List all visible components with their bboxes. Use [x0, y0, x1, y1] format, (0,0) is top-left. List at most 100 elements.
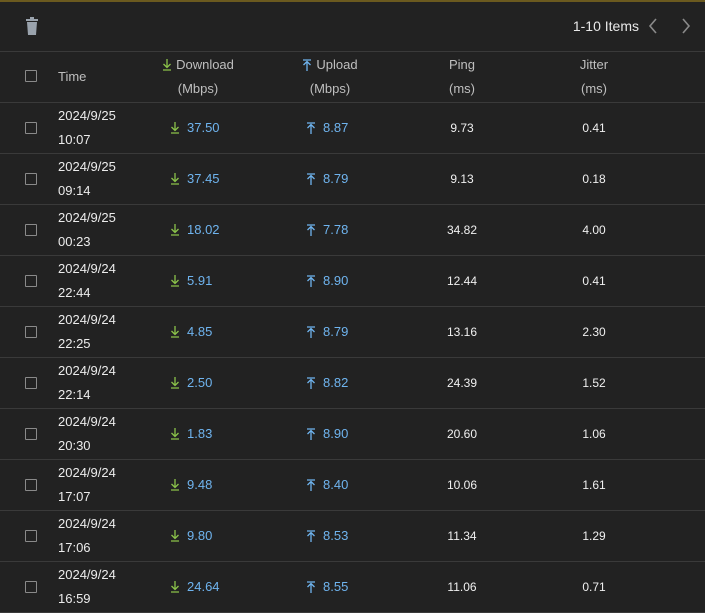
row-ping: 34.82	[446, 223, 478, 237]
download-value: 37.45	[187, 171, 220, 186]
row-download: 37.50	[170, 120, 220, 135]
row-date: 2024/9/24	[58, 312, 116, 327]
row-checkbox[interactable]	[25, 275, 37, 287]
download-value: 1.83	[187, 426, 213, 441]
row-time: 09:14	[58, 183, 91, 198]
upload-value: 8.55	[323, 579, 349, 594]
row-checkbox[interactable]	[25, 173, 37, 185]
row-date: 2024/9/24	[58, 465, 116, 480]
arrow-up-icon	[307, 172, 315, 185]
row-date: 2024/9/24	[58, 414, 116, 429]
row-upload: 8.79	[306, 171, 348, 186]
upload-unit-label: (Mbps)	[309, 81, 351, 96]
table-row[interactable]: 2024/9/24 20:30 1.83 8.90 20.60 1.06	[0, 409, 705, 460]
arrow-down-icon	[171, 376, 179, 389]
download-value: 5.91	[187, 273, 213, 288]
arrow-down-icon	[171, 172, 179, 185]
table-header: Time Download (Mbps) Upload (Mbps) Ping …	[0, 52, 705, 103]
table-row[interactable]: 2024/9/24 22:25 4.85 8.79 13.16 2.30	[0, 307, 705, 358]
table-row[interactable]: 2024/9/24 22:14 2.50 8.82 24.39 1.52	[0, 358, 705, 409]
row-download: 37.45	[170, 171, 220, 186]
row-checkbox[interactable]	[25, 530, 37, 542]
table-row[interactable]: 2024/9/24 17:07 9.48 8.40 10.06 1.61	[0, 460, 705, 511]
row-ping: 20.60	[446, 427, 478, 441]
download-header-label: Download	[176, 57, 234, 72]
row-jitter: 0.41	[582, 274, 606, 288]
table-row[interactable]: 2024/9/24 16:59 24.64 8.55 11.06 0.71	[0, 562, 705, 613]
row-ping: 11.34	[447, 529, 477, 543]
column-header-upload[interactable]: Upload (Mbps)	[290, 53, 370, 101]
row-checkbox[interactable]	[25, 428, 37, 440]
arrow-up-icon	[307, 529, 315, 542]
upload-value: 8.82	[323, 375, 349, 390]
row-checkbox[interactable]	[25, 581, 37, 593]
row-upload: 8.82	[306, 375, 348, 390]
column-header-ping[interactable]: Ping (ms)	[432, 53, 492, 101]
row-date: 2024/9/25	[58, 108, 116, 123]
arrow-up-icon	[307, 223, 315, 236]
row-checkbox[interactable]	[25, 326, 37, 338]
row-upload: 8.87	[306, 120, 348, 135]
pagination-range: 1-10 Items	[572, 18, 639, 34]
row-jitter: 2.30	[582, 325, 606, 339]
row-checkbox[interactable]	[25, 122, 37, 134]
select-all-checkbox[interactable]	[25, 70, 37, 82]
row-checkbox[interactable]	[25, 224, 37, 236]
trash-icon[interactable]	[24, 17, 40, 36]
arrow-up-icon	[307, 580, 315, 593]
row-upload: 8.90	[306, 273, 348, 288]
download-value: 2.50	[187, 375, 213, 390]
arrow-down-icon	[171, 325, 179, 338]
table-row[interactable]: 2024/9/24 17:06 9.80 8.53 11.34 1.29	[0, 511, 705, 562]
row-date: 2024/9/25	[58, 159, 116, 174]
arrow-down-icon	[163, 59, 172, 71]
row-time: 22:14	[58, 387, 91, 402]
row-ping: 9.73	[450, 121, 474, 135]
row-jitter: 4.00	[582, 223, 606, 237]
table-row[interactable]: 2024/9/25 09:14 37.45 8.79 9.13 0.18	[0, 154, 705, 205]
row-upload: 8.79	[306, 324, 348, 339]
download-value: 37.50	[187, 120, 220, 135]
row-ping: 9.13	[450, 172, 474, 186]
upload-value: 8.40	[323, 477, 349, 492]
chevron-left-icon[interactable]	[643, 15, 663, 37]
row-time: 22:25	[58, 336, 91, 351]
row-download: 24.64	[170, 579, 220, 594]
table-row[interactable]: 2024/9/25 00:23 18.02 7.78 34.82 4.00	[0, 205, 705, 256]
arrow-up-icon	[307, 274, 315, 287]
row-jitter: 0.18	[582, 172, 606, 186]
upload-value: 8.87	[323, 120, 349, 135]
column-header-download[interactable]: Download (Mbps)	[150, 53, 246, 101]
arrow-down-icon	[171, 478, 179, 491]
jitter-header-label: Jitter	[579, 57, 609, 72]
upload-value: 8.90	[323, 273, 349, 288]
table-row[interactable]: 2024/9/24 22:44 5.91 8.90 12.44 0.41	[0, 256, 705, 307]
upload-value: 7.78	[323, 222, 349, 237]
row-upload: 8.53	[306, 528, 348, 543]
arrow-up-icon	[307, 325, 315, 338]
row-time: 22:44	[58, 285, 91, 300]
upload-value: 8.79	[323, 324, 349, 339]
row-download: 1.83	[170, 426, 212, 441]
row-date: 2024/9/24	[58, 363, 116, 378]
row-time: 20:30	[58, 438, 91, 453]
chevron-right-icon[interactable]	[676, 15, 696, 37]
column-header-time[interactable]: Time	[58, 69, 86, 84]
row-checkbox[interactable]	[25, 479, 37, 491]
download-value: 24.64	[187, 579, 220, 594]
upload-value: 8.53	[323, 528, 349, 543]
row-date: 2024/9/25	[58, 210, 116, 225]
row-time: 17:07	[58, 489, 91, 504]
row-checkbox[interactable]	[25, 377, 37, 389]
download-value: 18.02	[187, 222, 220, 237]
row-time: 10:07	[58, 132, 91, 147]
arrow-down-icon	[171, 121, 179, 134]
download-value: 4.85	[187, 324, 213, 339]
row-jitter: 1.52	[582, 376, 606, 390]
row-ping: 12.44	[446, 274, 478, 288]
row-date: 2024/9/24	[58, 567, 116, 582]
arrow-down-icon	[171, 274, 179, 287]
column-header-jitter[interactable]: Jitter (ms)	[564, 53, 624, 101]
table-row[interactable]: 2024/9/25 10:07 37.50 8.87 9.73 0.41	[0, 103, 705, 154]
row-upload: 8.55	[306, 579, 348, 594]
